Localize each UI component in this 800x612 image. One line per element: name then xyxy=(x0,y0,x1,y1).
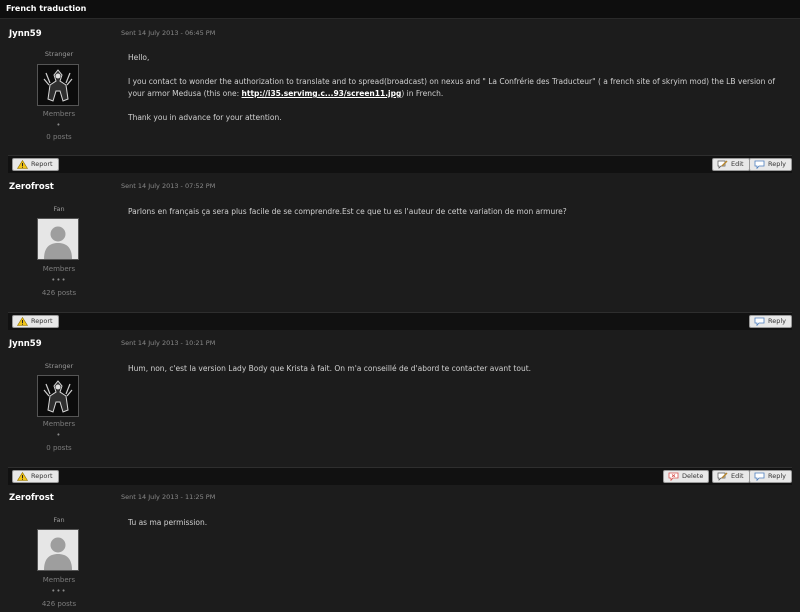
screenshot-link[interactable]: http://i35.servimg.c...93/screen11.jpg xyxy=(242,89,402,98)
post-text: I you contact to wonder the authorizatio… xyxy=(128,77,775,98)
user-group: Members xyxy=(42,420,76,428)
post-paragraph: Thank you in advance for your attention. xyxy=(128,113,282,122)
user-group: Members xyxy=(42,110,76,118)
post-body: Hello, I you contact to wonder the autho… xyxy=(128,52,788,136)
delete-button[interactable]: Delete xyxy=(663,470,710,483)
rank-pips: ••• xyxy=(51,587,67,595)
post-header: Zerofrost Sent 14 July 2013 - 11:25 PM xyxy=(0,488,800,508)
user-rank: Stranger xyxy=(44,50,74,58)
post-author[interactable]: Jynn59 xyxy=(9,29,42,39)
reply-button[interactable]: Reply xyxy=(749,315,793,328)
post-count: 426 posts xyxy=(41,289,77,297)
warning-icon xyxy=(17,472,28,481)
post-text: ) in French. xyxy=(401,89,444,98)
post-header: Zerofrost Sent 14 July 2013 - 07:52 PM xyxy=(0,177,800,197)
report-button[interactable]: Report xyxy=(12,158,59,171)
post-actions: Report Reply xyxy=(8,312,793,330)
topic-title: French traduction xyxy=(6,4,87,13)
user-group: Members xyxy=(42,576,76,584)
post-date: Sent 14 July 2013 - 06:45 PM xyxy=(121,29,216,37)
edit-icon xyxy=(717,160,728,169)
post-paragraph: Hum, non, c'est la version Lady Body que… xyxy=(128,364,532,373)
post-actions: Report Edit Reply xyxy=(8,155,793,173)
post-count: 426 posts xyxy=(41,600,77,608)
default-user-icon xyxy=(38,530,78,570)
edit-icon xyxy=(717,472,728,481)
post-header: Jynn59 Sent 14 July 2013 - 10:21 PM xyxy=(0,334,800,354)
avatar[interactable] xyxy=(37,375,79,417)
reply-label: Reply xyxy=(768,160,787,168)
reply-icon xyxy=(754,472,765,481)
reply-button[interactable]: Reply xyxy=(749,158,793,171)
rank-pips: • xyxy=(56,431,62,439)
user-group: Members xyxy=(42,265,76,273)
rank-pips: ••• xyxy=(51,276,67,284)
post-date: Sent 14 July 2013 - 11:25 PM xyxy=(121,493,216,501)
warning-icon xyxy=(17,317,28,326)
user-rank: Fan xyxy=(53,516,65,524)
post-date: Sent 14 July 2013 - 07:52 PM xyxy=(121,182,216,190)
edit-label: Edit xyxy=(731,160,744,168)
rank-pips: • xyxy=(56,121,62,129)
post-header: Jynn59 Sent 14 July 2013 - 06:45 PM xyxy=(0,22,800,42)
post-paragraph: Parlons en français ça sera plus facile … xyxy=(128,207,567,216)
delete-icon xyxy=(668,472,679,481)
dark-armor-avatar-icon xyxy=(38,376,78,416)
avatar[interactable] xyxy=(37,64,79,106)
report-label: Report xyxy=(31,317,53,325)
post-body: Hum, non, c'est la version Lady Body que… xyxy=(128,363,788,387)
post-date: Sent 14 July 2013 - 10:21 PM xyxy=(121,339,216,347)
post: Jynn59 Sent 14 July 2013 - 06:45 PM Stra… xyxy=(0,22,800,173)
post-body: Tu as ma permission. xyxy=(128,517,788,541)
reply-icon xyxy=(754,317,765,326)
reply-icon xyxy=(754,160,765,169)
report-button[interactable]: Report xyxy=(12,315,59,328)
post-count: 0 posts xyxy=(46,444,72,452)
delete-label: Delete xyxy=(682,472,704,480)
default-user-icon xyxy=(38,219,78,259)
post: Zerofrost Sent 14 July 2013 - 11:25 PM F… xyxy=(0,488,800,612)
post-author[interactable]: Zerofrost xyxy=(9,493,54,503)
dark-armor-avatar-icon xyxy=(38,65,78,105)
report-button[interactable]: Report xyxy=(12,470,59,483)
post: Jynn59 Sent 14 July 2013 - 10:21 PM Stra… xyxy=(0,334,800,486)
avatar[interactable] xyxy=(37,218,79,260)
post-author[interactable]: Zerofrost xyxy=(9,182,54,192)
post-body: Parlons en français ça sera plus facile … xyxy=(128,206,788,230)
edit-label: Edit xyxy=(731,472,744,480)
reply-label: Reply xyxy=(768,472,787,480)
edit-button[interactable]: Edit xyxy=(712,158,750,171)
user-rank: Fan xyxy=(53,205,65,213)
report-label: Report xyxy=(31,160,53,168)
edit-button[interactable]: Edit xyxy=(712,470,750,483)
reply-label: Reply xyxy=(768,317,787,325)
post-count: 0 posts xyxy=(46,133,72,141)
post-paragraph: Tu as ma permission. xyxy=(128,518,208,527)
avatar[interactable] xyxy=(37,529,79,571)
reply-button[interactable]: Reply xyxy=(749,470,793,483)
post-author[interactable]: Jynn59 xyxy=(9,339,42,349)
post: Zerofrost Sent 14 July 2013 - 07:52 PM F… xyxy=(0,177,800,330)
warning-icon xyxy=(17,160,28,169)
post-actions: Report Delete Edit Reply xyxy=(8,467,793,485)
post-paragraph: Hello, xyxy=(128,53,150,62)
user-rank: Stranger xyxy=(44,362,74,370)
post-paragraph: I you contact to wonder the authorizatio… xyxy=(128,76,788,100)
report-label: Report xyxy=(31,472,53,480)
topic-title-bar: French traduction xyxy=(0,0,800,19)
